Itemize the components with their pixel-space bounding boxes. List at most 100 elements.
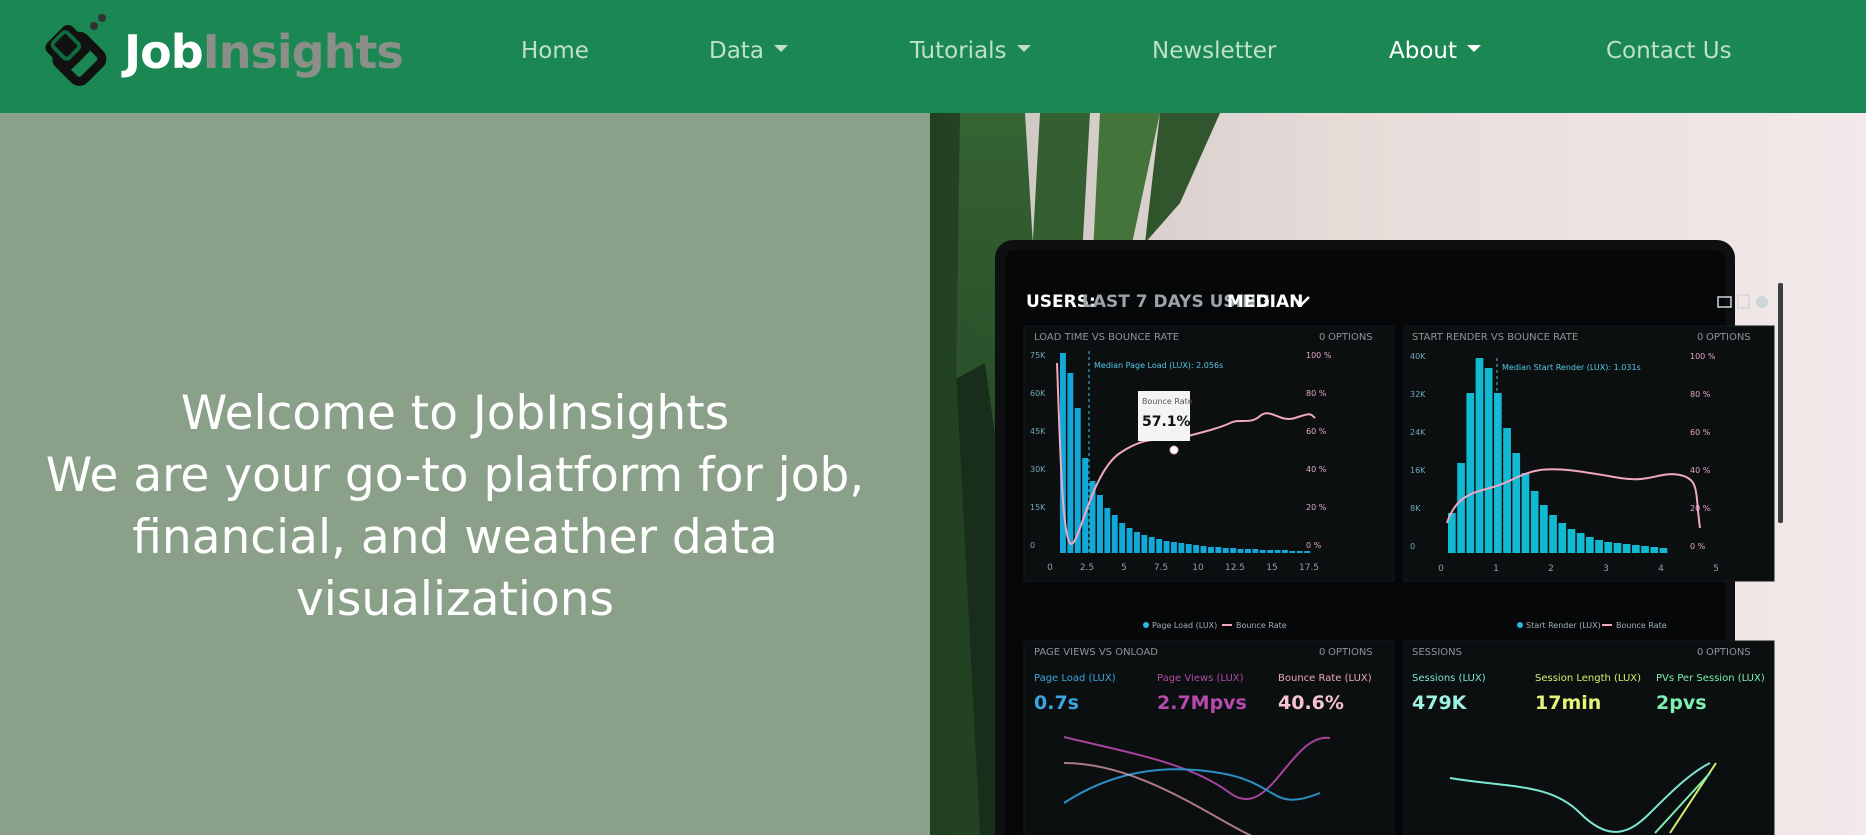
brand-name: JobInsights [124,25,404,79]
y1r-tick: 80 % [1306,389,1327,398]
x2-tick: 4 [1658,564,1664,574]
y1-tick: 45K [1030,427,1046,436]
panel2-median-label: Median Start Render (LUX): 1.031s [1502,363,1641,372]
bars1-bar [1148,537,1155,553]
bars2-bar [1613,543,1622,553]
bars2-bar [1530,491,1539,553]
svg-text:0: 0 [1697,647,1703,658]
bars1-bar [1230,548,1237,553]
hero-heading-line2: We are your go-to platform for job, [45,448,865,503]
nav-about-dropdown[interactable]: About [1389,33,1482,69]
bars2-bar [1632,545,1640,553]
laptop-screen: USERS: LAST 7 DAYS USING MEDIAN LOAD TIM… [995,240,1783,835]
nav-newsletter[interactable]: Newsletter [1152,33,1276,69]
nav-newsletter-label: Newsletter [1152,38,1277,64]
x2-tick: 5 [1713,564,1719,574]
bars1-bar [1097,495,1103,553]
nav-about-label: About [1389,38,1458,64]
stat6-value: 2pvs [1656,692,1707,714]
panel4-title: SESSIONS [1412,647,1462,658]
bars1-bar [1126,528,1133,553]
stat1-value: 0.7s [1034,692,1079,714]
y1r-tick: 0 % [1306,541,1322,550]
panel3-title: PAGE VIEWS VS ONLOAD [1034,647,1158,658]
nav-home-label: Home [521,38,589,64]
y1r-tick: 60 % [1306,427,1327,436]
y1-tick: 30K [1030,465,1046,474]
svg-text:0: 0 [1319,647,1325,658]
y1r-tick: 40 % [1306,465,1327,474]
bars1-bar [1163,541,1170,553]
hero-heading-line3: financial, and weather data [132,510,778,565]
nav-home[interactable]: Home [521,33,589,69]
y1r-tick: 20 % [1306,503,1327,512]
stat4-label: Sessions (LUX) [1412,673,1486,684]
bars2-bar [1540,505,1548,553]
bars1-bar [1185,544,1192,553]
panel4-options: OPTIONS [1706,647,1751,658]
y2r-tick: 60 % [1690,428,1711,437]
x1-tick: 17.5 [1299,563,1319,573]
y2-tick: 0 [1410,542,1415,551]
x1-tick: 7.5 [1154,563,1168,573]
chevron-down-icon [1016,44,1031,52]
bars2-bar [1503,428,1511,553]
panel1-legend-pageload: Page Load (LUX) [1152,621,1217,630]
panel2-legend-bounce: Bounce Rate [1616,621,1667,630]
bars1-bar [1178,543,1185,553]
stat6-label: PVs Per Session (LUX) [1656,673,1765,684]
hero-image: USERS: LAST 7 DAYS USING MEDIAN LOAD TIM… [930,113,1866,835]
y2-tick: 8K [1410,504,1421,513]
bars1-bar [1289,551,1296,553]
stat4-value: 479K [1412,692,1468,714]
bars2-bar [1641,546,1649,553]
nav-data-dropdown[interactable]: Data [709,33,788,69]
panel1-legend-bounce: Bounce Rate [1236,621,1287,630]
brand-name-part2: Insights [202,25,404,79]
x1-tick: 5 [1121,563,1127,573]
y2r-tick: 0 % [1690,542,1706,551]
hero-heading-line1: Welcome to JobInsights [180,386,730,441]
nav-contact[interactable]: Contact Us [1606,33,1732,69]
bars1-bar [1193,545,1200,553]
bars1-bar [1304,551,1311,553]
bars1-bar [1200,546,1207,553]
panel1-options: OPTIONS [1328,332,1373,343]
jobinsights-logo-icon [45,14,107,86]
bars1-bar [1245,549,1251,553]
bars1-bar [1252,549,1259,553]
tooltip-label: Bounce Rate [1142,397,1193,406]
bars2-bar [1457,463,1465,553]
bars1-bar [1171,542,1177,553]
brand-logo-link[interactable]: JobInsights [22,6,404,98]
top-navbar: JobInsights Home Data Tutorials Newslett… [0,0,1866,113]
x1-tick: 15 [1266,563,1277,573]
hero-heading-line4: visualizations [295,572,615,627]
dashboard-scrollbar [1778,283,1783,523]
panel1-median-label: Median Page Load (LUX): 2.056s [1094,361,1223,370]
x2-tick: 3 [1603,564,1609,574]
panel1-title: LOAD TIME VS BOUNCE RATE [1034,332,1179,343]
y2r-tick: 80 % [1690,390,1711,399]
laptop-dashboard-photo: USERS: LAST 7 DAYS USING MEDIAN LOAD TIM… [930,113,1866,835]
panel2-options: OPTIONS [1706,332,1751,343]
bars1-bar [1259,550,1266,553]
bars1-bar [1067,373,1074,553]
chevron-down-icon [1467,44,1482,52]
y2r-tick: 100 % [1690,352,1716,361]
help-icon [1756,296,1768,308]
nav-tutorials-dropdown[interactable]: Tutorials [910,33,1031,69]
bars1-bar [1156,539,1163,553]
x1-tick: 12.5 [1225,563,1245,573]
dashboard-header-median: MEDIAN [1227,292,1303,312]
stat1-label: Page Load (LUX) [1034,673,1116,684]
bars2-bar [1586,537,1594,553]
bars2-bar [1484,368,1493,553]
panel2-legend-startrender: Start Render (LUX) [1526,621,1601,630]
bars2-bar [1604,542,1613,553]
bars1-bar [1119,523,1126,553]
y2-tick: 24K [1410,428,1426,437]
stat2-label: Page Views (LUX) [1157,673,1244,684]
bars2-bar [1595,540,1603,553]
bars1-bar [1134,532,1140,553]
